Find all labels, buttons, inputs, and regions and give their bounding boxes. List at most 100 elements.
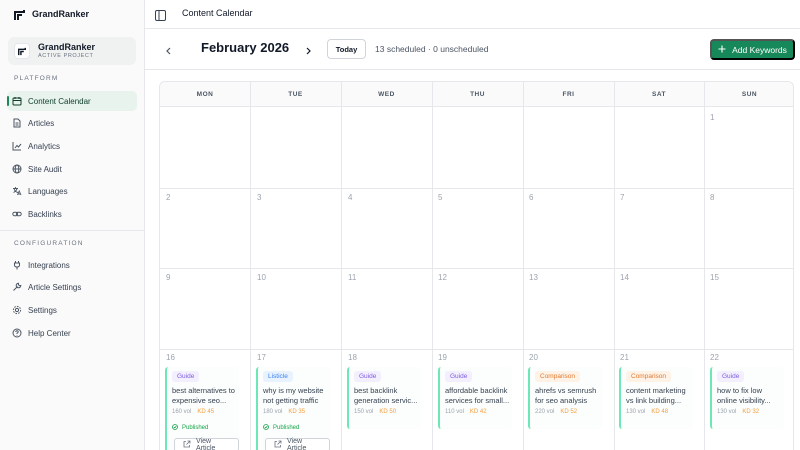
view-article-button[interactable]: View Article: [265, 438, 330, 450]
article-tag: Comparison: [535, 371, 581, 382]
sidebar-item-help-center[interactable]: Help Center: [7, 323, 137, 343]
status-badge: Published: [263, 424, 299, 432]
article-title: best backlink generation servic...: [354, 386, 418, 405]
article-card[interactable]: Comparison ahrefs vs semrush for seo ana…: [528, 367, 602, 429]
article-title: affordable backlink services for small..…: [445, 386, 510, 405]
article-title: how to fix low online visibility...: [717, 386, 771, 405]
sidebar-item-label: Settings: [28, 305, 57, 315]
brand[interactable]: GrandRanker: [14, 6, 89, 22]
brand-name: GrandRanker: [32, 9, 90, 19]
search-volume: 150 vol: [354, 409, 374, 415]
project-switcher[interactable]: GrandRanker ACTIVE PROJECT: [8, 37, 136, 65]
search-volume: 180 vol: [263, 409, 283, 415]
sidebar-item-label: Analytics: [28, 141, 61, 151]
article-card[interactable]: Listicle why is my website not getting t…: [256, 367, 330, 450]
prev-month-icon[interactable]: [164, 43, 174, 55]
today-button[interactable]: Today: [327, 39, 366, 59]
add-keywords-button[interactable]: Add Keywords: [710, 39, 795, 60]
search-volume: 220 vol: [535, 409, 555, 415]
article-card[interactable]: Guide how to fix low online visibility..…: [710, 367, 784, 429]
status-label: Published: [182, 425, 209, 431]
sidebar-divider: [0, 230, 145, 231]
view-article-label: View Article: [196, 438, 216, 450]
external-link-icon: [183, 440, 191, 450]
sidebar-item-site-audit[interactable]: Site Audit: [7, 159, 137, 179]
article-card[interactable]: Guide affordable backlink services for s…: [438, 367, 512, 429]
sidebar-item-languages[interactable]: Languages: [7, 181, 137, 201]
sidebar-toggle-icon[interactable]: [155, 8, 166, 21]
column-divider: [523, 82, 524, 450]
keyword-difficulty: KD 50: [379, 409, 397, 415]
sidebar-item-label: Integrations: [28, 260, 70, 270]
calendar-grid: MON TUE WED THU FRI SAT SUN 1 2 3 4 5 6 …: [159, 81, 794, 450]
sidebar-item-analytics[interactable]: Analytics: [7, 136, 137, 156]
check-circle-icon: [263, 424, 269, 432]
search-volume: 130 vol: [717, 409, 737, 415]
weekday-label: FRI: [562, 91, 575, 98]
schedule-summary: 13 scheduled · 0 unscheduled: [375, 44, 489, 54]
tools-icon: [12, 282, 22, 292]
sidebar-item-articles[interactable]: Articles: [7, 113, 137, 133]
chart-icon: [12, 141, 22, 151]
calendar-icon: [12, 96, 22, 106]
keyword-difficulty: KD 35: [288, 409, 306, 415]
project-name: GrandRanker: [38, 42, 96, 52]
translate-icon: [12, 186, 22, 196]
sidebar-item-label: Article Settings: [28, 282, 82, 292]
article-tag: Listicle: [263, 371, 293, 382]
column-divider: [614, 82, 615, 450]
day-number: 10: [257, 273, 266, 282]
external-link-icon: [274, 440, 282, 450]
article-tag: Guide: [172, 371, 200, 382]
day-number: 3: [257, 193, 262, 202]
sidebar-item-settings[interactable]: Settings: [7, 300, 137, 320]
sidebar-item-content-calendar[interactable]: Content Calendar: [7, 91, 137, 111]
sidebar-item-label: Site Audit: [28, 164, 62, 174]
column-divider: [250, 82, 251, 450]
article-meta: 220 vol KD 52: [535, 409, 577, 415]
weekday-label: MON: [196, 91, 214, 98]
topbar: Content Calendar: [145, 0, 800, 28]
article-meta: 130 vol KD 48: [626, 409, 668, 415]
day-number: 11: [348, 273, 357, 282]
day-number: 22: [710, 353, 719, 362]
sidebar-item-backlinks[interactable]: Backlinks: [7, 204, 137, 224]
status-label: Published: [273, 425, 300, 431]
current-month: February 2026: [201, 40, 290, 55]
view-article-button[interactable]: View Article: [174, 438, 239, 450]
check-circle-icon: [172, 424, 178, 432]
search-volume: 130 vol: [626, 409, 646, 415]
grandranker-logo-icon: [14, 8, 25, 20]
project-logo-icon: [14, 43, 30, 59]
article-card[interactable]: Comparison content marketing vs link bui…: [619, 367, 693, 429]
day-number: 4: [348, 193, 353, 202]
next-month-icon[interactable]: [303, 43, 313, 55]
day-number: 7: [620, 193, 625, 202]
article-card[interactable]: Guide best backlink generation servic...…: [347, 367, 421, 429]
article-title: why is my website not getting traffic: [263, 386, 324, 405]
breadcrumb: Content Calendar: [182, 8, 253, 18]
day-number: 17: [257, 353, 266, 362]
keyword-difficulty: KD 32: [742, 409, 760, 415]
day-number: 12: [438, 273, 447, 282]
globe-icon: [12, 164, 22, 174]
sidebar-item-label: Content Calendar: [28, 96, 91, 106]
calendar-header: February 2026 Today 13 scheduled · 0 uns…: [145, 29, 800, 69]
day-number: 20: [529, 353, 538, 362]
keyword-difficulty: KD 45: [197, 409, 215, 415]
sidebar-item-label: Backlinks: [28, 209, 62, 219]
document-icon: [12, 118, 22, 128]
status-badge: Published: [172, 424, 208, 432]
sidebar-item-integrations[interactable]: Integrations: [7, 255, 137, 275]
search-volume: 160 vol: [172, 409, 192, 415]
weekday-label: THU: [470, 91, 485, 98]
sidebar-item-label: Articles: [28, 118, 55, 128]
sidebar-item-article-settings[interactable]: Article Settings: [7, 277, 137, 297]
day-number: 1: [710, 113, 715, 122]
article-tag: Guide: [354, 371, 382, 382]
day-number: 2: [166, 193, 171, 202]
gear-icon: [12, 305, 22, 315]
article-card[interactable]: Guide best alternatives to expensive seo…: [165, 367, 239, 450]
article-tag: Guide: [445, 371, 473, 382]
day-number: 13: [529, 273, 538, 282]
